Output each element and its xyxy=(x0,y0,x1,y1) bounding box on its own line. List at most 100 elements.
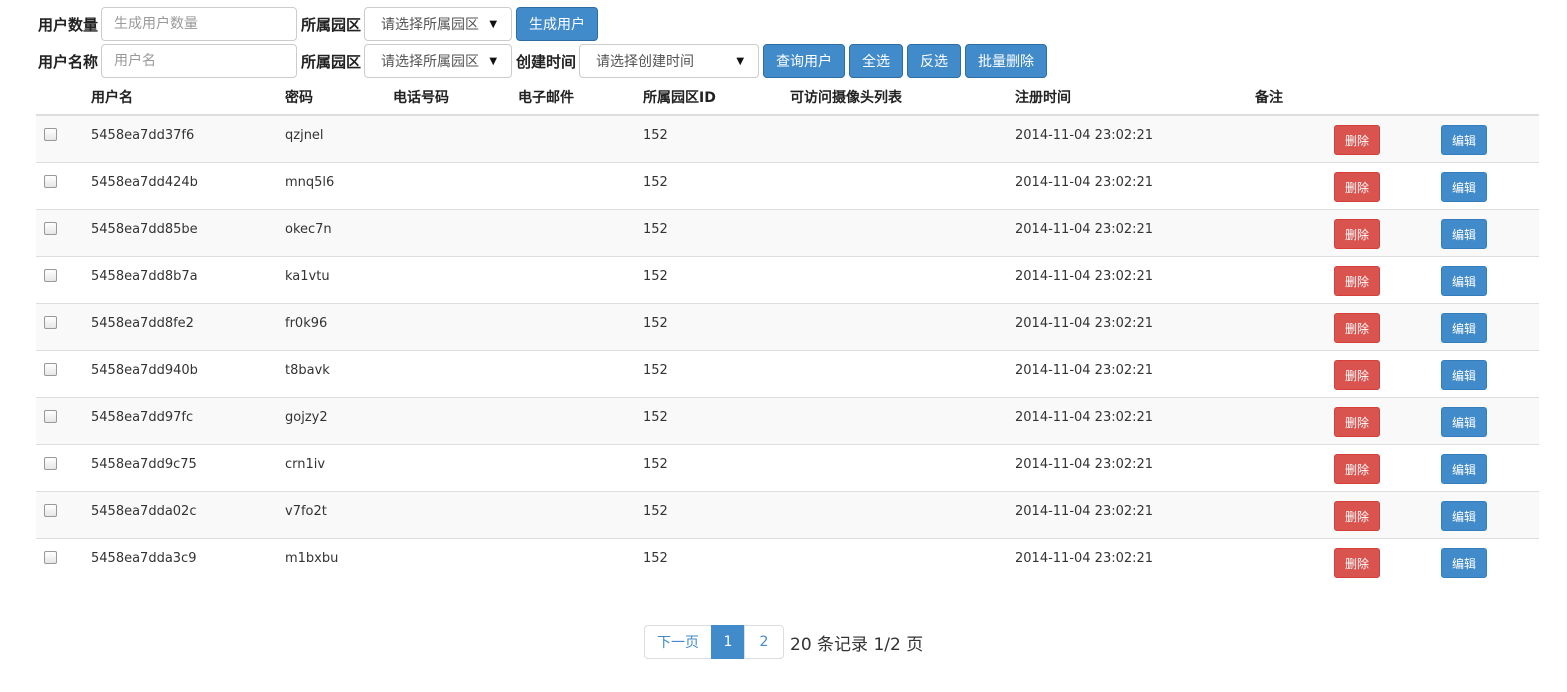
note xyxy=(1255,492,1334,504)
password: okec7n xyxy=(285,222,332,237)
delete-cell: 删除 xyxy=(1334,444,1441,492)
cameras xyxy=(790,116,1015,128)
delete-button[interactable]: 删除 xyxy=(1334,360,1380,390)
note xyxy=(1255,116,1334,128)
header-note: 备注 xyxy=(1255,80,1334,116)
park-select-value: 请选择所属园区 xyxy=(381,17,480,33)
table-header-row: 用户名 密码 电话号码 电子邮件 所属园区ID 可访问摄像头列表 注册时间 备注 xyxy=(36,80,1539,116)
park-select[interactable]: 请选择所属园区 ▼ xyxy=(364,7,513,41)
cameras-cell xyxy=(790,162,1015,210)
password: t8bavk xyxy=(285,363,330,378)
delete-button[interactable]: 删除 xyxy=(1334,313,1380,343)
edit-button[interactable]: 编辑 xyxy=(1441,313,1487,343)
row-checkbox[interactable] xyxy=(44,222,57,235)
checkbox-cell xyxy=(36,397,91,445)
password: gojzy2 xyxy=(285,410,328,425)
reg-time-cell: 2014-11-04 23:02:21 xyxy=(1015,538,1255,585)
park-id-cell: 152 xyxy=(643,538,790,585)
query-users-button[interactable]: 查询用户 xyxy=(763,44,846,78)
edit-cell: 编辑 xyxy=(1441,538,1539,585)
username-cell: 5458ea7dd97fc xyxy=(91,397,285,445)
park-id-cell: 152 xyxy=(643,303,790,351)
delete-button[interactable]: 删除 xyxy=(1334,407,1380,437)
row-checkbox[interactable] xyxy=(44,175,57,188)
cameras xyxy=(790,351,1015,363)
delete-button[interactable]: 删除 xyxy=(1334,125,1380,155)
park-select[interactable]: 请选择所属园区 ▼ xyxy=(364,44,513,78)
password: crn1iv xyxy=(285,457,326,472)
delete-button[interactable]: 删除 xyxy=(1334,172,1380,202)
generate-users-button[interactable]: 生成用户 xyxy=(516,7,599,41)
caret-down-icon: ▼ xyxy=(489,55,498,67)
park-id: 152 xyxy=(643,175,668,190)
checkbox-cell xyxy=(36,256,91,304)
password-cell: gojzy2 xyxy=(285,397,393,445)
delete-button[interactable]: 删除 xyxy=(1334,501,1380,531)
username-cell: 5458ea7dda3c9 xyxy=(91,538,285,585)
reg-time: 2014-11-04 23:02:21 xyxy=(1015,269,1154,284)
note-cell xyxy=(1255,162,1334,210)
username-input[interactable] xyxy=(101,44,298,78)
username: 5458ea7dda3c9 xyxy=(91,551,197,566)
phone-cell xyxy=(393,162,518,210)
delete-button[interactable]: 删除 xyxy=(1334,266,1380,296)
table-row: 5458ea7dd9c75 crn1iv 152 2014-11-04 23:02:2… xyxy=(36,444,1539,492)
query-users-form: 用户名称 所属园区 请选择所属园区 ▼ 创建时间 请选择创建时间 ▼ 查询用户 … xyxy=(38,44,1051,78)
delete-button[interactable]: 删除 xyxy=(1334,454,1380,484)
create-time-label: 创建时间 xyxy=(516,52,577,71)
edit-button[interactable]: 编辑 xyxy=(1441,172,1487,202)
row-checkbox[interactable] xyxy=(44,269,57,282)
reg-time-cell: 2014-11-04 23:02:21 xyxy=(1015,491,1255,539)
next-page-link[interactable]: 下一页 xyxy=(644,625,712,659)
create-time-select[interactable]: 请选择创建时间 ▼ xyxy=(579,44,760,78)
phone xyxy=(393,398,518,410)
edit-cell: 编辑 xyxy=(1441,444,1539,492)
row-checkbox[interactable] xyxy=(44,457,57,470)
cameras-cell xyxy=(790,491,1015,539)
row-checkbox[interactable] xyxy=(44,551,57,564)
cameras xyxy=(790,492,1015,504)
note xyxy=(1255,351,1334,363)
page-link-2[interactable]: 2 xyxy=(744,625,784,659)
delete-cell: 删除 xyxy=(1334,162,1441,210)
note xyxy=(1255,257,1334,269)
delete-cell: 删除 xyxy=(1334,491,1441,539)
delete-button[interactable]: 删除 xyxy=(1334,548,1380,578)
password-cell: okec7n xyxy=(285,209,393,257)
phone-cell xyxy=(393,538,518,585)
edit-button[interactable]: 编辑 xyxy=(1441,219,1487,249)
user-count-input[interactable] xyxy=(101,7,298,41)
note-cell xyxy=(1255,491,1334,539)
batch-delete-button[interactable]: 批量删除 xyxy=(965,44,1048,78)
row-checkbox[interactable] xyxy=(44,128,57,141)
edit-button[interactable]: 编辑 xyxy=(1441,407,1487,437)
edit-button[interactable]: 编辑 xyxy=(1441,454,1487,484)
password: v7fo2t xyxy=(285,504,327,519)
checkbox-cell xyxy=(36,303,91,351)
reg-time: 2014-11-04 23:02:21 xyxy=(1015,128,1154,143)
select-all-button[interactable]: 全选 xyxy=(849,44,904,78)
edit-button[interactable]: 编辑 xyxy=(1441,548,1487,578)
row-checkbox[interactable] xyxy=(44,316,57,329)
pagination: 下一页 1 2 20 条记录 1/2 页 xyxy=(644,625,923,659)
edit-button[interactable]: 编辑 xyxy=(1441,125,1487,155)
email-cell xyxy=(518,162,643,210)
reg-time: 2014-11-04 23:02:21 xyxy=(1015,457,1154,472)
row-checkbox[interactable] xyxy=(44,504,57,517)
password-cell: m1bxbu xyxy=(285,538,393,585)
email xyxy=(518,304,643,316)
edit-button[interactable]: 编辑 xyxy=(1441,266,1487,296)
email-cell xyxy=(518,209,643,257)
cameras xyxy=(790,210,1015,222)
edit-button[interactable]: 编辑 xyxy=(1441,501,1487,531)
delete-button[interactable]: 删除 xyxy=(1334,219,1380,249)
username: 5458ea7dd8fe2 xyxy=(91,316,194,331)
page-link-1[interactable]: 1 xyxy=(711,625,745,659)
row-checkbox[interactable] xyxy=(44,363,57,376)
reg-time: 2014-11-04 23:02:21 xyxy=(1015,410,1154,425)
username: 5458ea7dd424b xyxy=(91,175,198,190)
invert-selection-button[interactable]: 反选 xyxy=(907,44,962,78)
checkbox-cell xyxy=(36,350,91,398)
edit-button[interactable]: 编辑 xyxy=(1441,360,1487,390)
row-checkbox[interactable] xyxy=(44,410,57,423)
